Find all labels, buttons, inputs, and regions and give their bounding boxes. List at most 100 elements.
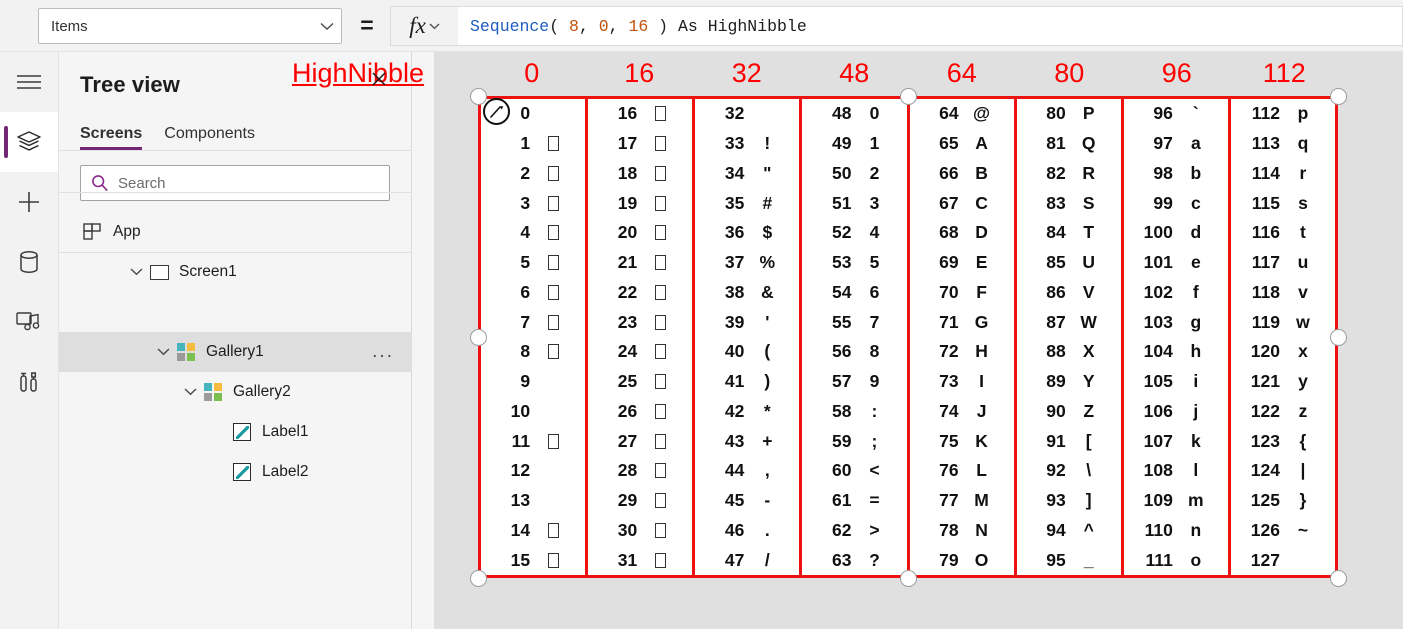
ascii-row[interactable]: 126 ~ <box>1231 516 1335 546</box>
ascii-row[interactable]: 112 p <box>1231 99 1335 129</box>
tree-row-screen1[interactable]: Screen1 <box>59 252 412 292</box>
ascii-row[interactable]: 73 I <box>910 367 1014 397</box>
ascii-row[interactable]: 53 5 <box>802 248 906 278</box>
ascii-row[interactable]: 26 <box>588 397 692 427</box>
ascii-row[interactable]: 124 | <box>1231 456 1335 486</box>
ascii-row[interactable]: 67 C <box>910 188 1014 218</box>
ascii-row[interactable]: 48 0 <box>802 99 906 129</box>
ascii-row[interactable]: 66 B <box>910 159 1014 189</box>
ascii-row[interactable]: 92 \ <box>1017 456 1121 486</box>
ascii-row[interactable]: 19 <box>588 188 692 218</box>
ascii-row[interactable]: 87 W <box>1017 307 1121 337</box>
ascii-row[interactable]: 7 <box>481 307 585 337</box>
ascii-row[interactable]: 9 <box>481 367 585 397</box>
gallery1-selected[interactable]: 0 1 2 3 4 5 6 7 8 9 10 11 12 13 14 15 16 17 18 19 20 21 22 23 24… <box>478 96 1338 578</box>
ascii-row[interactable]: 20 <box>588 218 692 248</box>
ascii-row[interactable]: 99 c <box>1124 188 1228 218</box>
resize-handle-top-left[interactable] <box>470 88 487 105</box>
hamburger-menu-icon[interactable] <box>0 52 58 112</box>
formula-input[interactable]: Sequence( 8, 0, 16 ) As HighNibble <box>458 6 1403 46</box>
resize-handle-bottom-center[interactable] <box>900 570 917 587</box>
ascii-row[interactable]: 45- <box>695 486 799 516</box>
ascii-row[interactable]: 6 <box>481 278 585 308</box>
ascii-row[interactable]: 76 L <box>910 456 1014 486</box>
ascii-row[interactable]: 74 J <box>910 397 1014 427</box>
ascii-row[interactable]: 94 ^ <box>1017 516 1121 546</box>
ascii-row[interactable]: 75 K <box>910 426 1014 456</box>
ascii-row[interactable]: 82 R <box>1017 159 1121 189</box>
ascii-row[interactable]: 56 8 <box>802 337 906 367</box>
ascii-row[interactable]: 79 O <box>910 545 1014 575</box>
ascii-row[interactable]: 16 <box>588 99 692 129</box>
ascii-row[interactable]: 86 V <box>1017 278 1121 308</box>
ascii-row[interactable]: 70 F <box>910 278 1014 308</box>
ascii-row[interactable]: 123 { <box>1231 426 1335 456</box>
ascii-row[interactable]: 125} <box>1231 486 1335 516</box>
gallery-column-112[interactable]: 112 p 113 q 114 r 115 s 116 t 117 u 118 v 119 w 120 x 121 y… <box>1231 99 1335 575</box>
ascii-row[interactable]: 91 [ <box>1017 426 1121 456</box>
advanced-tools-icon[interactable] <box>0 352 58 412</box>
ascii-row[interactable]: 34 " <box>695 159 799 189</box>
ascii-row[interactable]: 63? <box>802 545 906 575</box>
ascii-row[interactable]: 115 s <box>1231 188 1335 218</box>
sidebar-item-gallery2[interactable]: Gallery2 <box>59 372 412 412</box>
ascii-row[interactable]: 80 P <box>1017 99 1121 129</box>
ascii-row[interactable]: 2 <box>481 159 585 189</box>
ascii-row[interactable]: 77 M <box>910 486 1014 516</box>
media-icon[interactable] <box>0 292 58 352</box>
gallery-column-64[interactable]: 64 @65 A 66 B 67 C 68 D 69 E 70 F 71 G 72 H 73 I 74 J 75 K 76 L 7… <box>910 99 1017 575</box>
ascii-row[interactable]: 27 <box>588 426 692 456</box>
ascii-row[interactable]: 102 f <box>1124 278 1228 308</box>
ascii-row[interactable]: 46. <box>695 516 799 546</box>
ascii-row[interactable]: 100 d <box>1124 218 1228 248</box>
ascii-row[interactable]: 49 1 <box>802 129 906 159</box>
ascii-row[interactable]: 118 v <box>1231 278 1335 308</box>
gallery-column-16[interactable]: 16 17 18 19 20 21 22 23 24 25 26 27 28 29 30 31 <box>588 99 696 575</box>
ascii-row[interactable]: 60 < <box>802 456 906 486</box>
gallery-column-0[interactable]: 0 1 2 3 4 5 6 7 8 9 10 11 12 13 14 15 <box>481 99 589 575</box>
ascii-row[interactable]: 122 z <box>1231 397 1335 427</box>
ascii-row[interactable]: 61 = <box>802 486 906 516</box>
ascii-row[interactable]: 97 a <box>1124 129 1228 159</box>
ascii-row[interactable]: 47 / <box>695 545 799 575</box>
ascii-row[interactable]: 117 u <box>1231 248 1335 278</box>
ascii-row[interactable]: 68 D <box>910 218 1014 248</box>
resize-handle-bottom-left[interactable] <box>470 570 487 587</box>
ascii-row[interactable]: 105 i <box>1124 367 1228 397</box>
ascii-row[interactable]: 57 9 <box>802 367 906 397</box>
ascii-row[interactable]: 28 <box>588 456 692 486</box>
ascii-row[interactable]: 103 g <box>1124 307 1228 337</box>
chevron-down-icon[interactable] <box>313 9 341 43</box>
ascii-row[interactable]: 42 * <box>695 397 799 427</box>
ascii-row[interactable]: 8 <box>481 337 585 367</box>
gallery-column-96[interactable]: 96 ` 97 a 98 b 99 c 100 d 101 e 102 f 103 g 104 h 105 i 106 j… <box>1124 99 1231 575</box>
sidebar-item-label1[interactable]: Label1 <box>59 412 412 452</box>
ascii-row[interactable]: 23 <box>588 307 692 337</box>
tab-components[interactable]: Components <box>164 125 255 150</box>
ascii-row[interactable]: 52 4 <box>802 218 906 248</box>
ascii-row[interactable]: 90 Z <box>1017 397 1121 427</box>
ascii-row[interactable]: 35 # <box>695 188 799 218</box>
gallery-column-48[interactable]: 48 0 49 1 50 2 51 3 52 4 53 5 54 6 55 7 56 8 57 9 58:59; 60 <6… <box>802 99 910 575</box>
ascii-row[interactable]: 108 l <box>1124 456 1228 486</box>
ascii-row[interactable]: 59; <box>802 426 906 456</box>
ascii-row[interactable]: 21 <box>588 248 692 278</box>
ascii-row[interactable]: 113 q <box>1231 129 1335 159</box>
ascii-row[interactable]: 114 r <box>1231 159 1335 189</box>
ascii-row[interactable]: 40 ( <box>695 337 799 367</box>
ascii-row[interactable]: 111 o <box>1124 545 1228 575</box>
ascii-row[interactable]: 121 y <box>1231 367 1335 397</box>
ascii-row[interactable]: 30 <box>588 516 692 546</box>
gallery-column-80[interactable]: 80 P 81 Q 82 R 83 S 84 T 85 U 86 V 87 W 88 X 89 Y 90 Z 91[92 \ 9… <box>1017 99 1124 575</box>
ascii-row[interactable]: 78 N <box>910 516 1014 546</box>
ascii-row[interactable]: 5 <box>481 248 585 278</box>
ascii-row[interactable]: 50 2 <box>802 159 906 189</box>
ascii-row[interactable]: 127 <box>1231 545 1335 575</box>
ascii-row[interactable]: 84 T <box>1017 218 1121 248</box>
ascii-row[interactable]: 37% <box>695 248 799 278</box>
ascii-row[interactable]: 43 + <box>695 426 799 456</box>
ascii-row[interactable]: 18 <box>588 159 692 189</box>
sidebar-item-tree-view[interactable] <box>0 112 58 172</box>
ascii-row[interactable]: 4 <box>481 218 585 248</box>
ascii-row[interactable]: 65 A <box>910 129 1014 159</box>
